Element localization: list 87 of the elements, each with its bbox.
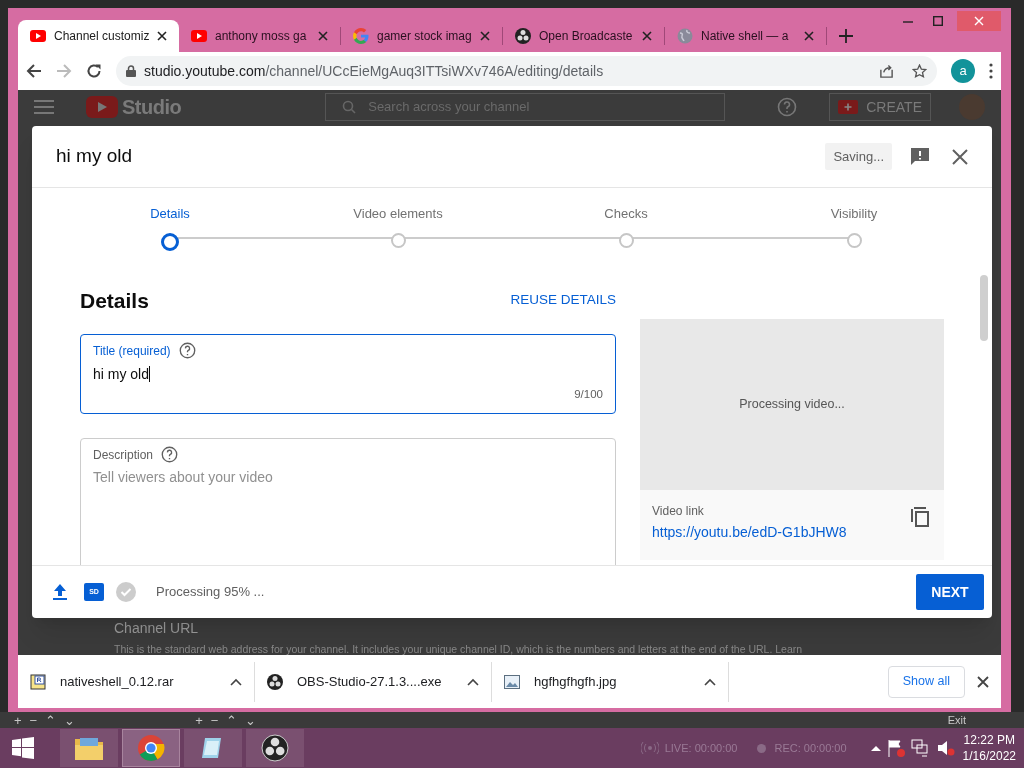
- more-menu-icon[interactable]: [989, 63, 993, 79]
- taskbar-app-button[interactable]: [184, 729, 242, 767]
- taskbar-app-button[interactable]: [246, 729, 304, 767]
- lock-icon: [126, 65, 136, 77]
- browser-tab[interactable]: Open Broadcaste: [503, 20, 664, 52]
- step-indicator[interactable]: [161, 232, 179, 251]
- toolbar-glyph[interactable]: ⌃: [226, 713, 238, 727]
- close-icon: [974, 16, 984, 26]
- next-button[interactable]: NEXT: [916, 574, 984, 610]
- help-icon[interactable]: [178, 342, 196, 359]
- obs-logo-icon: [515, 28, 531, 44]
- section-title: Channel URL: [114, 619, 200, 638]
- globe-icon: [677, 28, 693, 44]
- windows-logo-icon[interactable]: [12, 737, 34, 759]
- browser-tab[interactable]: Native shell — a: [665, 20, 826, 52]
- video-play-icon: [191, 30, 207, 42]
- browser-tab[interactable]: gamer stock imag: [341, 20, 502, 52]
- section-heading: Details: [80, 287, 149, 314]
- step-label[interactable]: Details: [150, 204, 190, 224]
- obs-logo-icon: [267, 673, 283, 690]
- toolbar-glyph[interactable]: ⌄: [245, 713, 257, 727]
- video-add-icon: [838, 100, 859, 114]
- close-icon[interactable]: [952, 148, 968, 165]
- progress-status: Processing 95% ...: [156, 583, 265, 602]
- caret-icon: [704, 677, 716, 686]
- share-icon[interactable]: [879, 63, 894, 79]
- caret-icon: [467, 677, 479, 686]
- archive-file-icon: [30, 673, 46, 690]
- taskbar-clock[interactable]: 12:22 PM 1/16/2022: [962, 732, 1016, 764]
- feedback-icon[interactable]: [910, 146, 930, 167]
- speaker-muted-icon[interactable]: [936, 739, 955, 757]
- video-play-icon: [86, 96, 118, 118]
- scrollbar-thumb[interactable]: [980, 275, 988, 341]
- processing-message: Processing video...: [739, 395, 845, 413]
- video-link-label: Video link: [652, 502, 705, 520]
- toolbar-glyph[interactable]: ⌄: [64, 713, 76, 727]
- close-icon[interactable]: [977, 675, 989, 688]
- download-item[interactable]: hgfhgfhgfh.jpg: [492, 661, 729, 702]
- toolbar-glyph[interactable]: +: [14, 713, 22, 727]
- toolbar-glyph[interactable]: −: [210, 713, 219, 727]
- caret-icon: [230, 677, 242, 686]
- reload-icon[interactable]: [86, 63, 102, 79]
- exit-button[interactable]: Exit: [947, 714, 966, 726]
- rec-timer: REC: 00:00:00: [774, 740, 847, 756]
- back-icon[interactable]: [26, 63, 42, 79]
- check-circle-icon: [116, 582, 136, 602]
- dialog-title: hi my old: [56, 144, 133, 169]
- search-icon: [342, 100, 357, 114]
- show-all-button[interactable]: Show all: [887, 665, 965, 698]
- image-file-icon: [504, 674, 520, 689]
- tray-expand-icon[interactable]: [870, 745, 881, 751]
- download-item[interactable]: nativeshell_0.12.rar: [18, 661, 255, 702]
- url-text: studio.youtube.com/channel/UCcEieMgAuq3ITTsiWXv746A/editing/details: [144, 61, 604, 81]
- browser-tab[interactable]: Channel customiz: [18, 20, 179, 52]
- toolbar-glyph[interactable]: +: [195, 713, 203, 727]
- profile-avatar[interactable]: a: [951, 59, 975, 83]
- star-icon[interactable]: [912, 63, 927, 79]
- folder-icon: [74, 735, 104, 761]
- help-icon[interactable]: [777, 97, 798, 117]
- video-play-icon: [30, 30, 46, 42]
- network-icon[interactable]: [910, 739, 929, 757]
- obs-logo-icon: [261, 734, 289, 762]
- broadcast-icon: [640, 742, 659, 754]
- reuse-details-link[interactable]: REUSE DETAILS: [510, 290, 616, 311]
- step-label[interactable]: Video elements: [353, 204, 443, 224]
- step-label[interactable]: Checks: [604, 204, 648, 224]
- toolbar-glyph[interactable]: −: [29, 713, 38, 727]
- new-tab-icon[interactable]: [839, 29, 853, 43]
- browser-tab[interactable]: anthony moss ga: [179, 20, 340, 52]
- saving-status: Saving...: [825, 142, 892, 171]
- browser-logo-icon: [137, 734, 165, 762]
- menu-icon[interactable]: [34, 100, 54, 114]
- flag-icon[interactable]: [886, 739, 905, 757]
- maximize-icon[interactable]: [933, 16, 943, 26]
- step-label[interactable]: Visibility: [830, 204, 878, 224]
- record-icon: [757, 743, 767, 753]
- section-description: This is the standard web address for your channel. It includes your unique channel ID, which is the numbers and letters at the end of the URL. Learn: [114, 642, 804, 655]
- toolbar-glyph[interactable]: ⌃: [45, 713, 57, 727]
- copy-icon[interactable]: [910, 505, 930, 528]
- google-g-icon: [353, 28, 369, 44]
- title-field[interactable]: Title (required) hi my old 9/100: [80, 333, 616, 414]
- upload-icon: [52, 583, 68, 601]
- help-icon[interactable]: [161, 446, 179, 463]
- video-link[interactable]: https://youtu.be/edD-G1bJHW8: [652, 521, 910, 543]
- download-item[interactable]: OBS-Studio-27.1.3....exe: [255, 661, 492, 702]
- address-bar[interactable]: studio.youtube.com/channel/UCcEieMgAuq3ITTsiWXv746A/editing/details: [116, 56, 937, 86]
- close-icon[interactable]: [157, 31, 167, 41]
